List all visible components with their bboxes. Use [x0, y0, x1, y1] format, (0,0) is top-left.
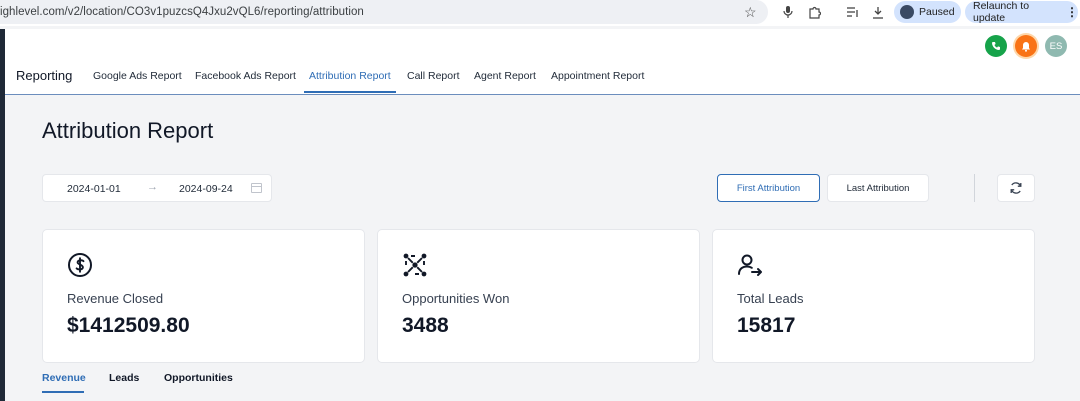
user-arrow-icon	[738, 254, 762, 276]
date-range-picker[interactable]: 2024-01-01 → 2024-09-24	[42, 174, 272, 202]
microphone-icon[interactable]	[780, 4, 796, 20]
first-attribution-label: First Attribution	[736, 182, 801, 194]
relaunch-label: Relaunch to update	[973, 0, 1030, 24]
browser-toolbar: ighlevel.com/v2/location/CO3v1puzcsQ4Jxu…	[0, 0, 1080, 26]
network-icon	[403, 253, 427, 277]
card-value: 15817	[737, 314, 796, 337]
tab-call-report[interactable]: Call Report	[407, 70, 460, 82]
toolbar-divider	[974, 174, 975, 202]
page-title: Attribution Report	[42, 118, 214, 143]
phone-button[interactable]	[985, 35, 1007, 57]
active-tab-indicator	[304, 91, 396, 93]
tab-google-ads-report[interactable]: Google Ads Report	[93, 70, 182, 82]
user-avatar[interactable]: ES	[1045, 35, 1067, 57]
tab-attribution-report[interactable]: Attribution Report	[309, 70, 391, 82]
last-attribution-button[interactable]: Last Attribution	[827, 174, 929, 202]
tab-appointment-report[interactable]: Appointment Report	[551, 70, 644, 82]
card-value: $1412509.80	[67, 314, 190, 337]
media-queue-icon[interactable]	[845, 4, 861, 20]
relaunch-button[interactable]: Relaunch to update ⋮	[965, 0, 1078, 24]
first-attribution-button[interactable]: First Attribution	[717, 174, 820, 202]
more-vert-icon: ⋮	[1066, 5, 1078, 19]
subtab-revenue[interactable]: Revenue	[42, 372, 86, 384]
notifications-button[interactable]	[1015, 35, 1037, 57]
active-subtab-indicator	[42, 391, 84, 393]
app-header: ES Reporting Google Ads Report Facebook …	[5, 29, 1080, 95]
card-label: Revenue Closed	[67, 291, 164, 306]
avatar-initials: ES	[1049, 40, 1063, 52]
calendar-icon[interactable]	[251, 183, 262, 193]
revenue-closed-card: Revenue Closed $1412509.80	[42, 229, 365, 363]
download-icon[interactable]	[870, 4, 886, 20]
refresh-button[interactable]	[997, 174, 1035, 202]
end-date[interactable]: 2024-09-24	[179, 183, 233, 195]
profile-paused-pill[interactable]: Paused	[894, 1, 961, 23]
subtab-leads[interactable]: Leads	[109, 372, 139, 384]
subtab-opportunities[interactable]: Opportunities	[164, 372, 233, 384]
extensions-icon[interactable]	[806, 4, 822, 20]
address-bar[interactable]: ighlevel.com/v2/location/CO3v1puzcsQ4Jxu…	[0, 0, 768, 24]
refresh-icon	[1010, 182, 1022, 194]
total-leads-card: Total Leads 15817	[712, 229, 1035, 363]
arrow-right-icon: →	[147, 181, 158, 193]
tab-agent-report[interactable]: Agent Report	[474, 70, 536, 82]
url-text[interactable]: ighlevel.com/v2/location/CO3v1puzcsQ4Jxu…	[0, 6, 364, 18]
bell-icon	[1022, 41, 1030, 52]
tab-facebook-ads-report[interactable]: Facebook Ads Report	[195, 70, 296, 82]
dollar-circle-icon	[68, 253, 92, 277]
card-label: Opportunities Won	[402, 291, 510, 306]
star-icon[interactable]: ☆	[744, 4, 757, 21]
card-value: 3488	[402, 314, 449, 337]
opportunities-won-card: Opportunities Won 3488	[377, 229, 700, 363]
phone-icon	[992, 42, 1000, 50]
profile-avatar-icon	[900, 5, 914, 19]
last-attribution-label: Last Attribution	[846, 182, 910, 194]
card-label: Total Leads	[737, 291, 804, 306]
section-title: Reporting	[16, 68, 73, 83]
start-date[interactable]: 2024-01-01	[67, 183, 121, 195]
paused-label: Paused	[919, 6, 955, 18]
